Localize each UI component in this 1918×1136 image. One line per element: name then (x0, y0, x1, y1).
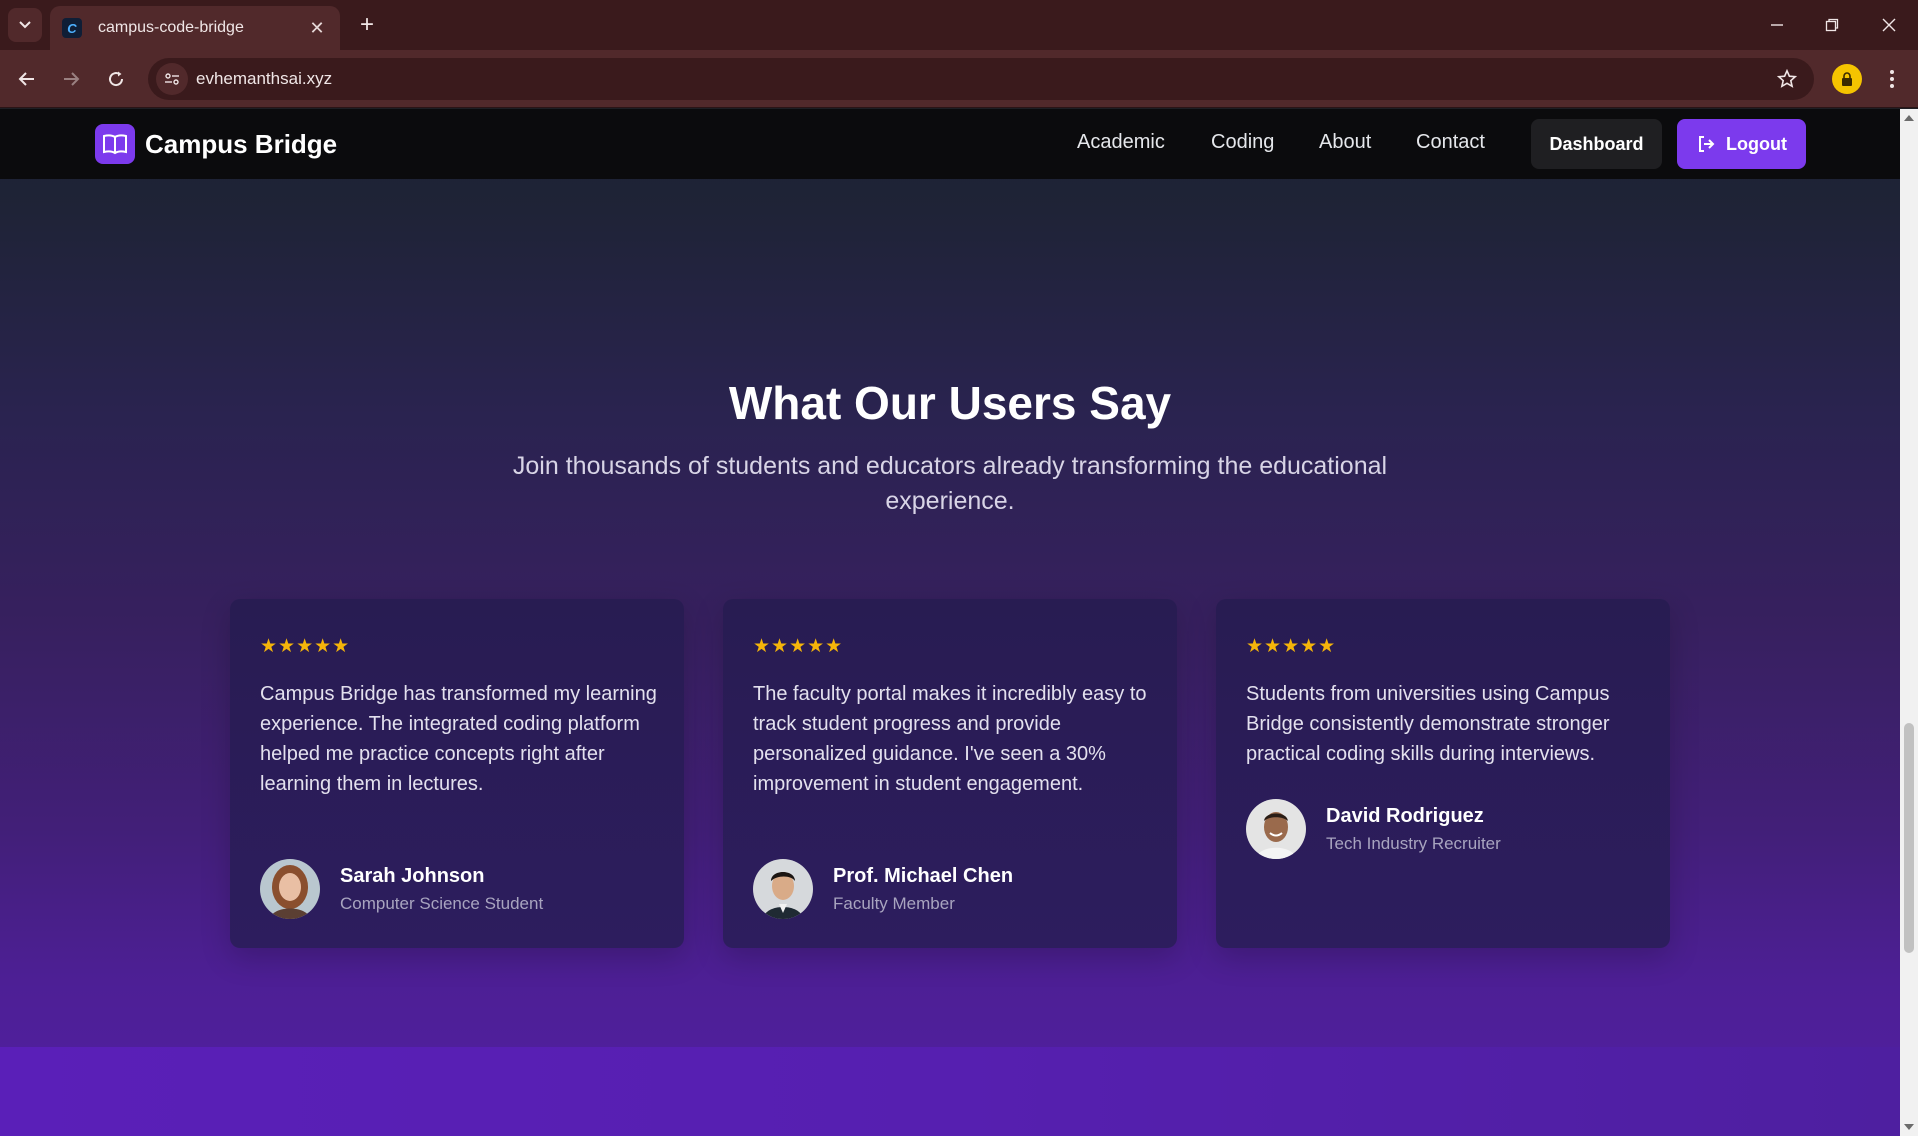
rating-stars: ★★★★★ (753, 636, 844, 657)
site-info-icon[interactable] (156, 63, 188, 95)
brand-logo[interactable]: Campus Bridge (95, 124, 337, 164)
testimonial-quote: Campus Bridge has transformed my learnin… (260, 683, 657, 795)
brand-name: Campus Bridge (145, 128, 338, 159)
scrollbar-thumb[interactable] (1904, 723, 1914, 953)
browser-tab-bar: C campus-code-bridge ✕ + (0, 0, 1918, 50)
nav-contact[interactable]: Contact (1416, 131, 1485, 154)
menu-icon[interactable] (1880, 64, 1904, 94)
restore-icon[interactable] (1817, 10, 1847, 40)
testimonial-card: ★★★★★ Campus Bridge has transformed my l… (230, 599, 684, 948)
testimonial-quote: The faculty portal makes it incredibly e… (753, 683, 1147, 795)
testimonial-card: ★★★★★ The faculty portal makes it incred… (723, 599, 1177, 948)
nav-about[interactable]: About (1319, 131, 1371, 154)
page-viewport: Campus Bridge Academic Coding About Cont… (0, 109, 1900, 1136)
tab-list-icon[interactable] (8, 8, 42, 42)
scroll-down-icon[interactable] (1904, 1124, 1914, 1130)
favicon-icon: C (62, 18, 82, 38)
close-tab-icon[interactable]: ✕ (306, 18, 328, 39)
avatar (753, 859, 813, 919)
site-header: Campus Bridge Academic Coding About Cont… (0, 109, 1900, 179)
author-role: Computer Science Student (340, 893, 544, 913)
new-tab-icon[interactable]: + (352, 10, 382, 40)
nav-academic[interactable]: Academic (1077, 131, 1165, 154)
forward-icon[interactable] (56, 64, 86, 94)
rating-stars: ★★★★★ (1246, 636, 1337, 657)
profile-icon[interactable] (1832, 64, 1862, 94)
logout-icon (1699, 136, 1715, 152)
avatar (1246, 799, 1306, 859)
testimonial-quote: Students from universities using Campus … (1246, 683, 1610, 765)
dashboard-button[interactable]: Dashboard (1531, 119, 1662, 169)
author-role: Faculty Member (833, 893, 955, 913)
testimonial-author: Prof. Michael Chen Faculty Member (753, 859, 1013, 919)
book-open-icon (95, 124, 135, 164)
nav-coding[interactable]: Coding (1211, 131, 1274, 154)
address-bar[interactable]: evhemanthsai.xyz (148, 58, 1814, 100)
testimonial-card: ★★★★★ Students from universities using C… (1216, 599, 1670, 948)
close-window-icon[interactable] (1874, 10, 1904, 40)
avatar (260, 859, 320, 919)
scroll-up-icon[interactable] (1904, 115, 1914, 121)
author-name: David Rodriguez (1326, 804, 1484, 827)
reload-icon[interactable] (101, 64, 131, 94)
logout-button[interactable]: Logout (1677, 119, 1806, 169)
testimonial-author: Sarah Johnson Computer Science Student (260, 859, 543, 919)
page-scrollbar[interactable] (1900, 109, 1918, 1136)
browser-tab[interactable]: C campus-code-bridge ✕ (50, 6, 340, 50)
next-section (0, 1047, 1900, 1136)
testimonials-subtitle: Join thousands of students and educators… (512, 452, 1388, 515)
browser-toolbar: evhemanthsai.xyz (0, 50, 1918, 108)
author-name: Sarah Johnson (340, 864, 485, 887)
url-text: evhemanthsai.xyz (196, 69, 333, 88)
testimonial-author: David Rodriguez Tech Industry Recruiter (1246, 799, 1501, 859)
rating-stars: ★★★★★ (260, 636, 351, 657)
back-icon[interactable] (12, 64, 42, 94)
testimonials-title: What Our Users Say (728, 377, 1172, 429)
logout-label: Logout (1726, 133, 1787, 154)
minimize-icon[interactable] (1762, 10, 1792, 40)
tab-title: campus-code-bridge (98, 19, 244, 36)
author-role: Tech Industry Recruiter (1326, 833, 1501, 853)
author-name: Prof. Michael Chen (833, 864, 1014, 887)
bookmark-star-icon[interactable] (1774, 66, 1800, 92)
